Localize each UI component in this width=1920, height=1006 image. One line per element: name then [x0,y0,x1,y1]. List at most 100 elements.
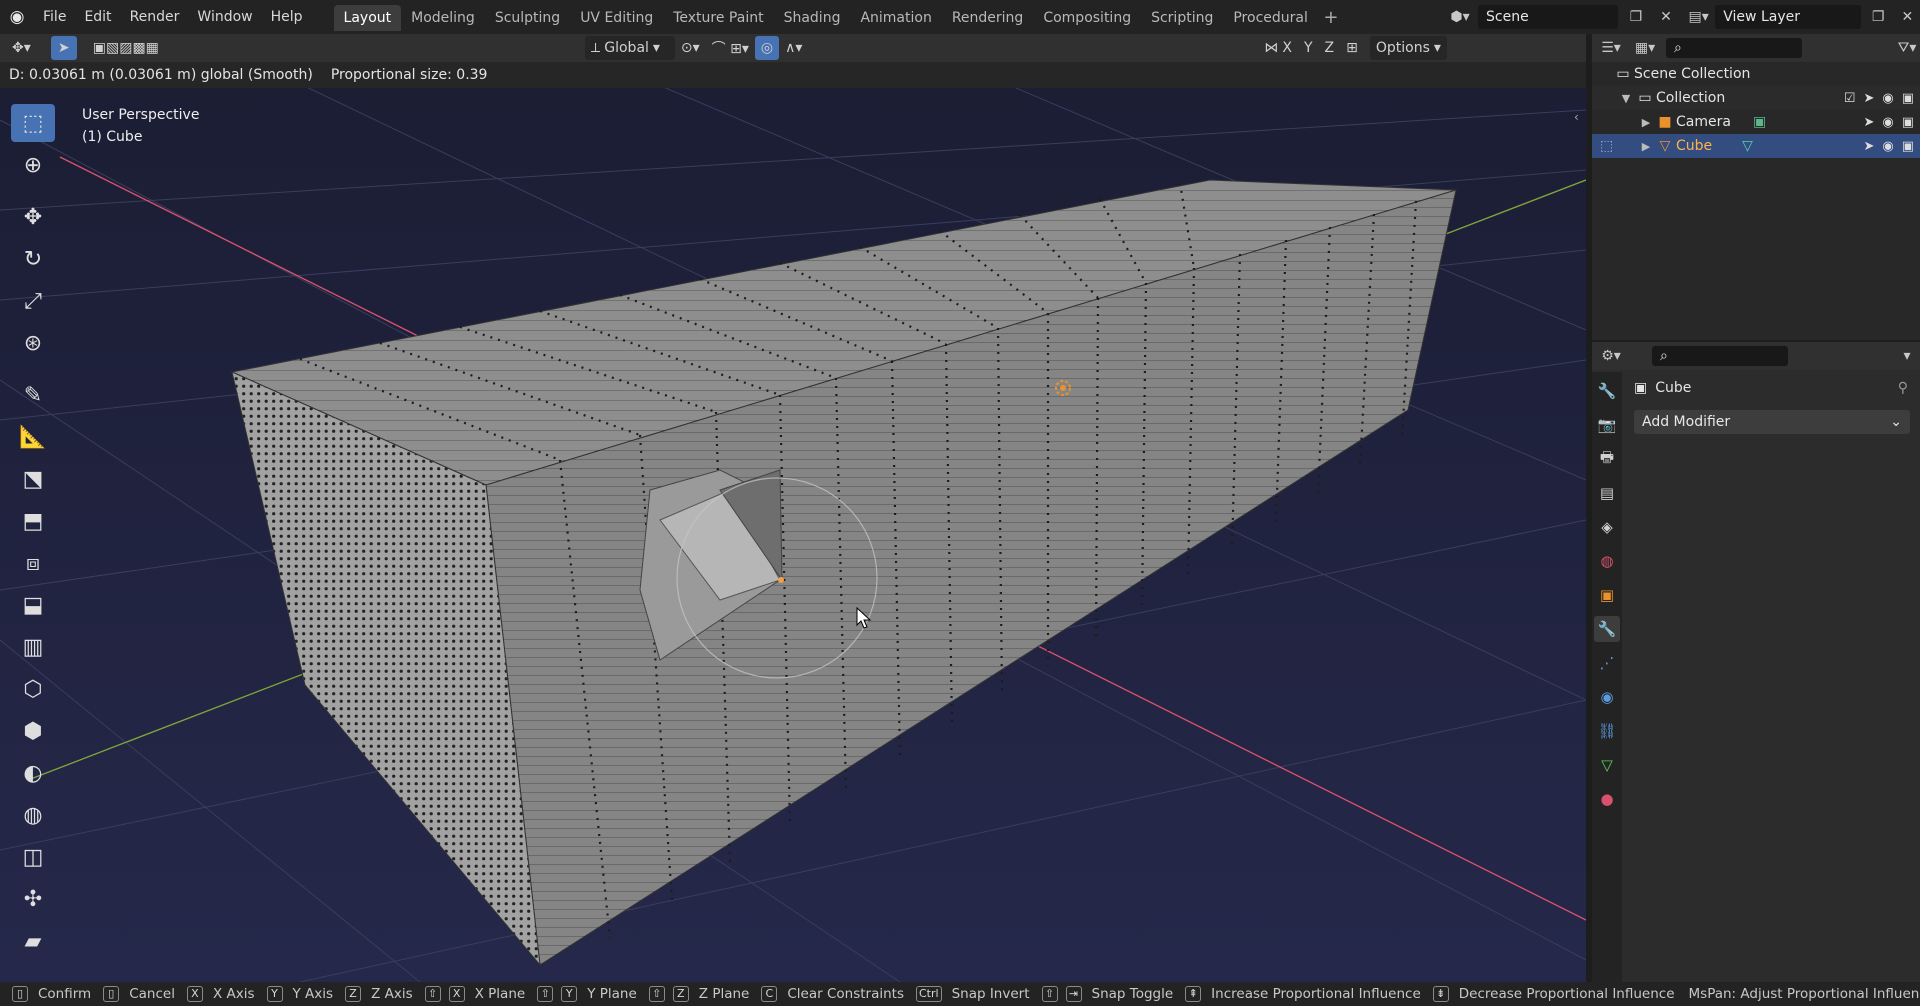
proportional-edit-icon[interactable]: ◎ [754,36,780,60]
outliner-search-input[interactable]: ⌕ [1666,38,1802,58]
selection-mode-icons[interactable]: ▣▧▨▩▦ [87,36,165,60]
knife-tool-icon[interactable]: ⬡ [11,670,55,708]
tab-procedural[interactable]: Procedural [1223,5,1318,31]
delete-view-layer-icon[interactable]: ✕ [1895,5,1920,29]
tab-sculpting[interactable]: Sculpting [485,5,570,31]
outliner-item-cube[interactable]: ⬚ ▶ ▽ Cube ▽ ➤ ◉ ▣ [1592,134,1920,158]
mirror-axis-y[interactable]: Y [1298,36,1319,60]
menu-help[interactable]: Help [262,9,312,25]
modifier-tab-icon[interactable]: 🔧 [1594,616,1620,642]
visibility-eye-icon[interactable]: ◉ [1882,139,1893,154]
cube-mesh[interactable] [230,179,1457,967]
output-tab-icon[interactable]: 🖶 [1594,446,1620,472]
render-camera-icon[interactable]: ▣ [1902,115,1914,130]
visibility-eye-icon[interactable]: ◉ [1882,115,1893,130]
render-camera-icon[interactable]: ▣ [1902,91,1914,106]
new-scene-icon[interactable]: ❐ [1624,5,1648,29]
view-layer-tab-icon[interactable]: ▤ [1594,480,1620,506]
shear-tool-icon[interactable]: ▰ [11,922,55,960]
physics-tab-icon[interactable]: ◉ [1594,684,1620,710]
options-dropdown[interactable]: Options ▾ [1369,36,1447,60]
editor-type-icon[interactable]: ✥▾ [6,36,37,60]
scale-tool-icon[interactable]: ⤢ [11,282,55,320]
auto-merge-icon[interactable]: ⊞ [1340,36,1364,60]
bevel-tool-icon[interactable]: ⬓ [11,586,55,624]
inset-tool-icon[interactable]: ⧈ [11,544,55,582]
falloff-icon[interactable]: ∧▾ [779,36,808,60]
collection-row[interactable]: ▼ ▭ Collection ☑ ➤ ◉ ▣ [1592,86,1920,110]
selectable-icon[interactable]: ➤ [1863,115,1874,130]
visibility-eye-icon[interactable]: ◉ [1882,91,1893,106]
new-view-layer-icon[interactable]: ❐ [1865,5,1890,29]
tab-animation[interactable]: Animation [850,5,941,31]
select-mode-icon[interactable]: ➤ [50,36,77,60]
scene-name-field[interactable]: Scene [1478,5,1618,29]
properties-editor-type-icon[interactable]: ⚙▾ [1598,344,1624,368]
constraints-tab-icon[interactable]: ⛓ [1594,718,1620,744]
measure-tool-icon[interactable]: 📐 [11,418,55,456]
tool-tab-icon[interactable]: 🔧 [1594,378,1620,404]
filter-icon[interactable]: ⛛▾ [1894,36,1920,60]
3d-viewport[interactable]: ✥▾ ➤ ▣▧▨▩▦ ⟂ Global ▾ ⊙▾ ⌒ ⊞▾ ◎ ∧▾ ⋈ X Y Z … [0,34,1586,982]
menu-window[interactable]: Window [188,9,261,25]
selectable-icon[interactable]: ➤ [1863,91,1874,106]
blender-logo-icon[interactable]: ◉ [0,0,34,34]
object-tab-icon[interactable]: ▣ [1594,582,1620,608]
scene-tab-icon[interactable]: ◈ [1594,514,1620,540]
menu-render[interactable]: Render [121,9,189,25]
menu-file[interactable]: File [34,9,75,25]
world-tab-icon[interactable]: ◍ [1594,548,1620,574]
chevron-down-icon[interactable]: ▾ [1894,344,1920,368]
mesh-data-icon[interactable]: ▽ [1742,138,1753,154]
transform-orientation-dropdown[interactable]: ⟂ Global ▾ [584,36,675,60]
edit-mode-icon[interactable]: ⬚ [1600,138,1613,154]
delete-scene-icon[interactable]: ✕ [1654,5,1678,29]
menu-edit[interactable]: Edit [75,9,120,25]
mesh-data-tab-icon[interactable]: ▽ [1594,752,1620,778]
camera-data-icon[interactable]: ▣ [1753,114,1766,130]
tab-rendering[interactable]: Rendering [942,5,1034,31]
render-camera-icon[interactable]: ▣ [1902,139,1914,154]
cursor-tool-icon[interactable]: ⊕ [11,146,55,184]
display-mode-icon[interactable]: ▦▾ [1632,36,1658,60]
scene-icon[interactable]: ⬢▾ [1448,5,1472,29]
pin-icon[interactable]: ⚲ [1898,380,1908,396]
expand-arrow-icon[interactable]: ▶ [1638,140,1654,153]
snap-icon[interactable]: ⌒ ⊞▾ [706,36,755,60]
render-tab-icon[interactable]: 📷 [1594,412,1620,438]
edge-slide-tool-icon[interactable]: ◫ [11,838,55,876]
smooth-tool-icon[interactable]: ◍ [11,796,55,834]
tab-texture-paint[interactable]: Texture Paint [663,5,773,31]
selectable-icon[interactable]: ➤ [1863,139,1874,154]
select-box-tool-icon[interactable]: ⬚ [11,104,55,142]
properties-search-input[interactable]: ⌕ [1652,346,1788,366]
tab-compositing[interactable]: Compositing [1033,5,1141,31]
annotate-tool-icon[interactable]: ✎ [11,376,55,414]
add-modifier-dropdown[interactable]: Add Modifier ⌄ [1634,410,1910,434]
rotate-tool-icon[interactable]: ↻ [11,240,55,278]
tab-shading[interactable]: Shading [774,5,851,31]
expand-arrow-icon[interactable]: ▼ [1618,92,1634,105]
poly-build-tool-icon[interactable]: ⬢ [11,712,55,750]
expand-arrow-icon[interactable]: ▶ [1638,116,1654,129]
tab-modeling[interactable]: Modeling [401,5,485,31]
shrink-fatten-tool-icon[interactable]: ✣ [11,880,55,918]
add-workspace-button[interactable]: + [1318,5,1344,31]
sidebar-toggle-icon[interactable]: ‹ [1574,110,1579,124]
pivot-point-icon[interactable]: ⊙▾ [675,36,706,60]
mirror-axis-x[interactable]: ⋈ X [1258,36,1298,60]
outliner-editor-type-icon[interactable]: ☰▾ [1598,36,1624,60]
tab-uv-editing[interactable]: UV Editing [570,5,663,31]
scene-collection-row[interactable]: ▭ Scene Collection [1592,62,1920,86]
view-layer-name-field[interactable]: View Layer [1715,5,1862,29]
exclude-checkbox-icon[interactable]: ☑ [1844,91,1856,106]
mirror-axis-z[interactable]: Z [1319,36,1341,60]
tab-scripting[interactable]: Scripting [1141,5,1223,31]
move-tool-icon[interactable]: ✥ [11,198,55,236]
loop-cut-tool-icon[interactable]: ▥ [11,628,55,666]
material-tab-icon[interactable]: ● [1594,786,1620,812]
transform-tool-icon[interactable]: ⊛ [11,324,55,362]
spin-tool-icon[interactable]: ◐ [11,754,55,792]
tab-layout[interactable]: Layout [333,5,402,31]
extrude-tool-icon[interactable]: ⬒ [11,502,55,540]
